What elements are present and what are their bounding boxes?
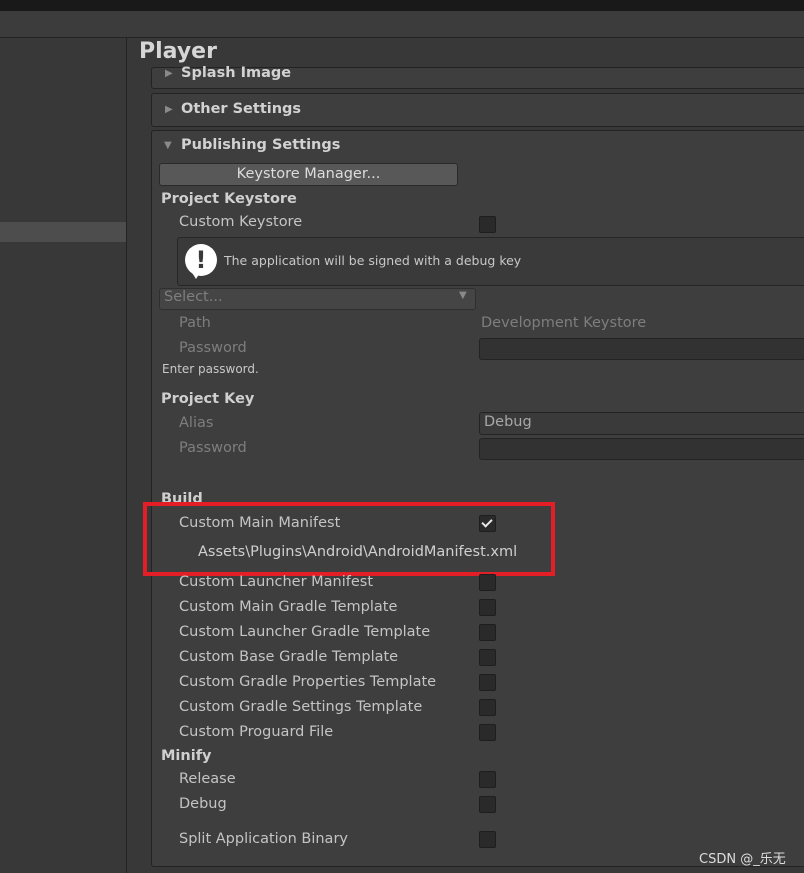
foldout-other-settings-label[interactable]: Other Settings <box>181 101 301 117</box>
project-keystore-header: Project Keystore <box>161 191 297 207</box>
custom-gradle-properties-checkbox[interactable] <box>479 674 496 691</box>
custom-keystore-label: Custom Keystore <box>179 214 303 230</box>
custom-launcher-gradle-checkbox[interactable] <box>479 624 496 641</box>
foldout-splash-image-label[interactable]: Splash Image <box>181 65 291 81</box>
custom-base-gradle-checkbox[interactable] <box>479 649 496 666</box>
toolbar <box>0 11 804 38</box>
help-message: The application will be signed with a de… <box>224 253 522 268</box>
keystore-password-label: Password <box>179 340 247 356</box>
custom-proguard-label: Custom Proguard File <box>179 724 334 740</box>
custom-launcher-manifest-checkbox[interactable] <box>479 574 496 591</box>
keystore-password-field[interactable] <box>479 338 804 360</box>
custom-gradle-settings-label: Custom Gradle Settings Template <box>179 699 423 715</box>
minify-release-checkbox[interactable] <box>479 771 496 788</box>
path-value: Development Keystore <box>481 315 647 331</box>
custom-main-gradle-label: Custom Main Gradle Template <box>179 599 398 615</box>
key-password-label: Password <box>179 440 247 456</box>
chevron-right-icon[interactable]: ▶ <box>165 104 173 115</box>
chevron-right-icon[interactable]: ▶ <box>165 68 173 79</box>
page-title: Player <box>139 39 217 64</box>
custom-proguard-checkbox[interactable] <box>479 724 496 741</box>
custom-keystore-checkbox[interactable] <box>479 216 496 233</box>
split-binary-label: Split Application Binary <box>179 831 348 847</box>
custom-launcher-gradle-label: Custom Launcher Gradle Template <box>179 624 431 640</box>
custom-launcher-manifest-label: Custom Launcher Manifest <box>179 574 374 590</box>
enter-password-hint: Enter password. <box>162 362 259 376</box>
watermark: CSDN @_乐无 <box>699 852 786 867</box>
highlight-annotation <box>143 502 555 576</box>
custom-main-gradle-checkbox[interactable] <box>479 599 496 616</box>
split-binary-checkbox[interactable] <box>479 831 496 848</box>
key-password-field[interactable] <box>479 438 804 460</box>
warning-icon: ! <box>185 244 217 276</box>
project-key-header: Project Key <box>161 391 255 407</box>
path-label: Path <box>179 315 211 331</box>
keystore-manager-button[interactable]: Keystore Manager... <box>159 163 458 186</box>
warning-icon-tail <box>191 271 201 279</box>
chevron-down-icon[interactable]: ▼ <box>164 140 172 151</box>
minify-header: Minify <box>161 748 212 764</box>
top-bar <box>0 0 804 11</box>
alias-label: Alias <box>179 415 214 431</box>
custom-base-gradle-label: Custom Base Gradle Template <box>179 649 399 665</box>
custom-gradle-properties-label: Custom Gradle Properties Template <box>179 674 437 690</box>
keystore-select-placeholder: Select... <box>164 289 223 305</box>
left-panel-selected-item[interactable] <box>0 222 126 242</box>
alias-value: Debug <box>484 414 532 430</box>
minify-release-label: Release <box>179 771 236 787</box>
chevron-down-icon: ▼ <box>459 290 467 301</box>
left-panel <box>0 38 127 873</box>
minify-debug-label: Debug <box>179 796 227 812</box>
foldout-publishing-settings-label[interactable]: Publishing Settings <box>181 137 340 153</box>
custom-gradle-settings-checkbox[interactable] <box>479 699 496 716</box>
minify-debug-checkbox[interactable] <box>479 796 496 813</box>
